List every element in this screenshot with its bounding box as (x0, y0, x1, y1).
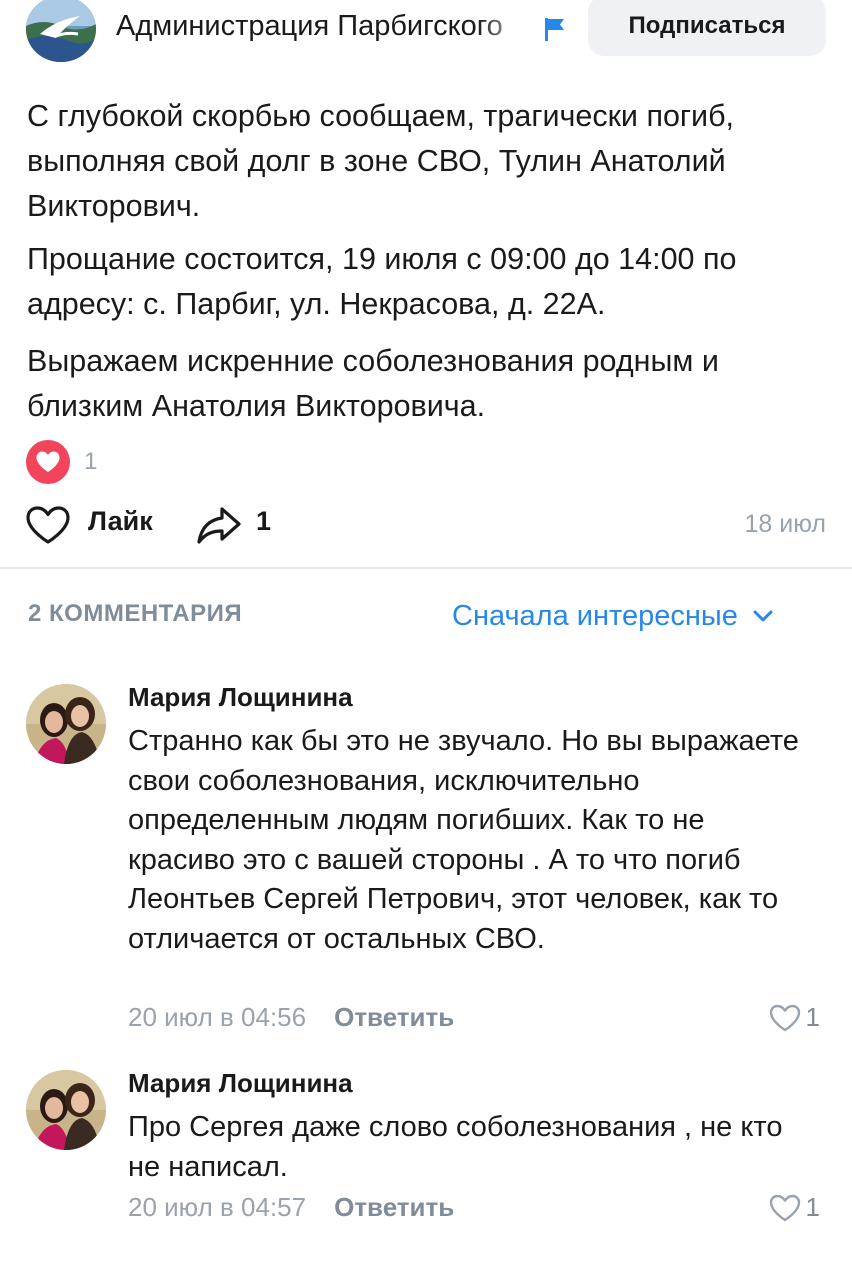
post-actions: Лайк 1 18 июл (0, 500, 852, 548)
reply-button[interactable]: Ответить (334, 1192, 454, 1223)
avatar[interactable] (26, 684, 106, 764)
chevron-down-icon[interactable] (752, 609, 774, 623)
comments-count: 2 КОММЕНТАРИЯ (28, 600, 243, 627)
reply-button[interactable]: Ответить (334, 1002, 454, 1033)
comment-text: Про Сергея даже слово соболезнования , н… (128, 1111, 783, 1183)
comment-meta: 20 июл в 04:56 Ответить (128, 1002, 454, 1033)
comment-meta: 20 июл в 04:57 Ответить (128, 1192, 454, 1223)
comment-like-button[interactable]: 1 (768, 1002, 820, 1033)
flag-icon (545, 18, 564, 41)
comment-like-button[interactable]: 1 (768, 1192, 820, 1223)
divider (0, 567, 852, 569)
post-paragraph: Выражаем искренние соболезнования родным… (27, 344, 719, 423)
comments-sort-select[interactable]: Сначала интересные (452, 596, 774, 636)
community-name[interactable]: Администрация Парбигского (116, 10, 536, 43)
like-button[interactable]: Лайк (88, 506, 153, 537)
share-arrow-icon[interactable] (196, 504, 242, 546)
post-header: Администрация Парбигского Подписаться (0, 0, 852, 62)
comment-like-count: 1 (805, 1002, 820, 1032)
comment-date: 20 июл в 04:57 (128, 1192, 307, 1222)
post-paragraph: Прощание состоится, 19 июля с 09:00 до 1… (27, 242, 737, 321)
reaction-count[interactable]: 1 (84, 448, 97, 476)
subscribe-button[interactable]: Подписаться (588, 0, 826, 56)
comment-author[interactable]: Мария Лощинина (128, 682, 353, 713)
comment-date: 20 июл в 04:56 (128, 1002, 307, 1032)
comment-author[interactable]: Мария Лощинина (128, 1068, 353, 1099)
community-avatar[interactable] (26, 0, 96, 62)
comment-like-icon[interactable] (768, 1003, 802, 1033)
comment-like-count: 1 (805, 1192, 820, 1222)
avatar[interactable] (26, 1070, 106, 1150)
like-heart-icon[interactable] (24, 504, 72, 546)
sort-label[interactable]: Сначала интересные (452, 600, 738, 633)
comment-like-icon[interactable] (768, 1193, 802, 1223)
heart-reaction-icon[interactable] (26, 440, 70, 484)
post-paragraph: С глубокой скорбью сообщаем, трагически … (27, 99, 735, 223)
share-count[interactable]: 1 (256, 506, 271, 537)
post-date: 18 июл (744, 510, 826, 538)
comment-text: Странно как бы это не звучало. Но вы выр… (128, 725, 799, 955)
